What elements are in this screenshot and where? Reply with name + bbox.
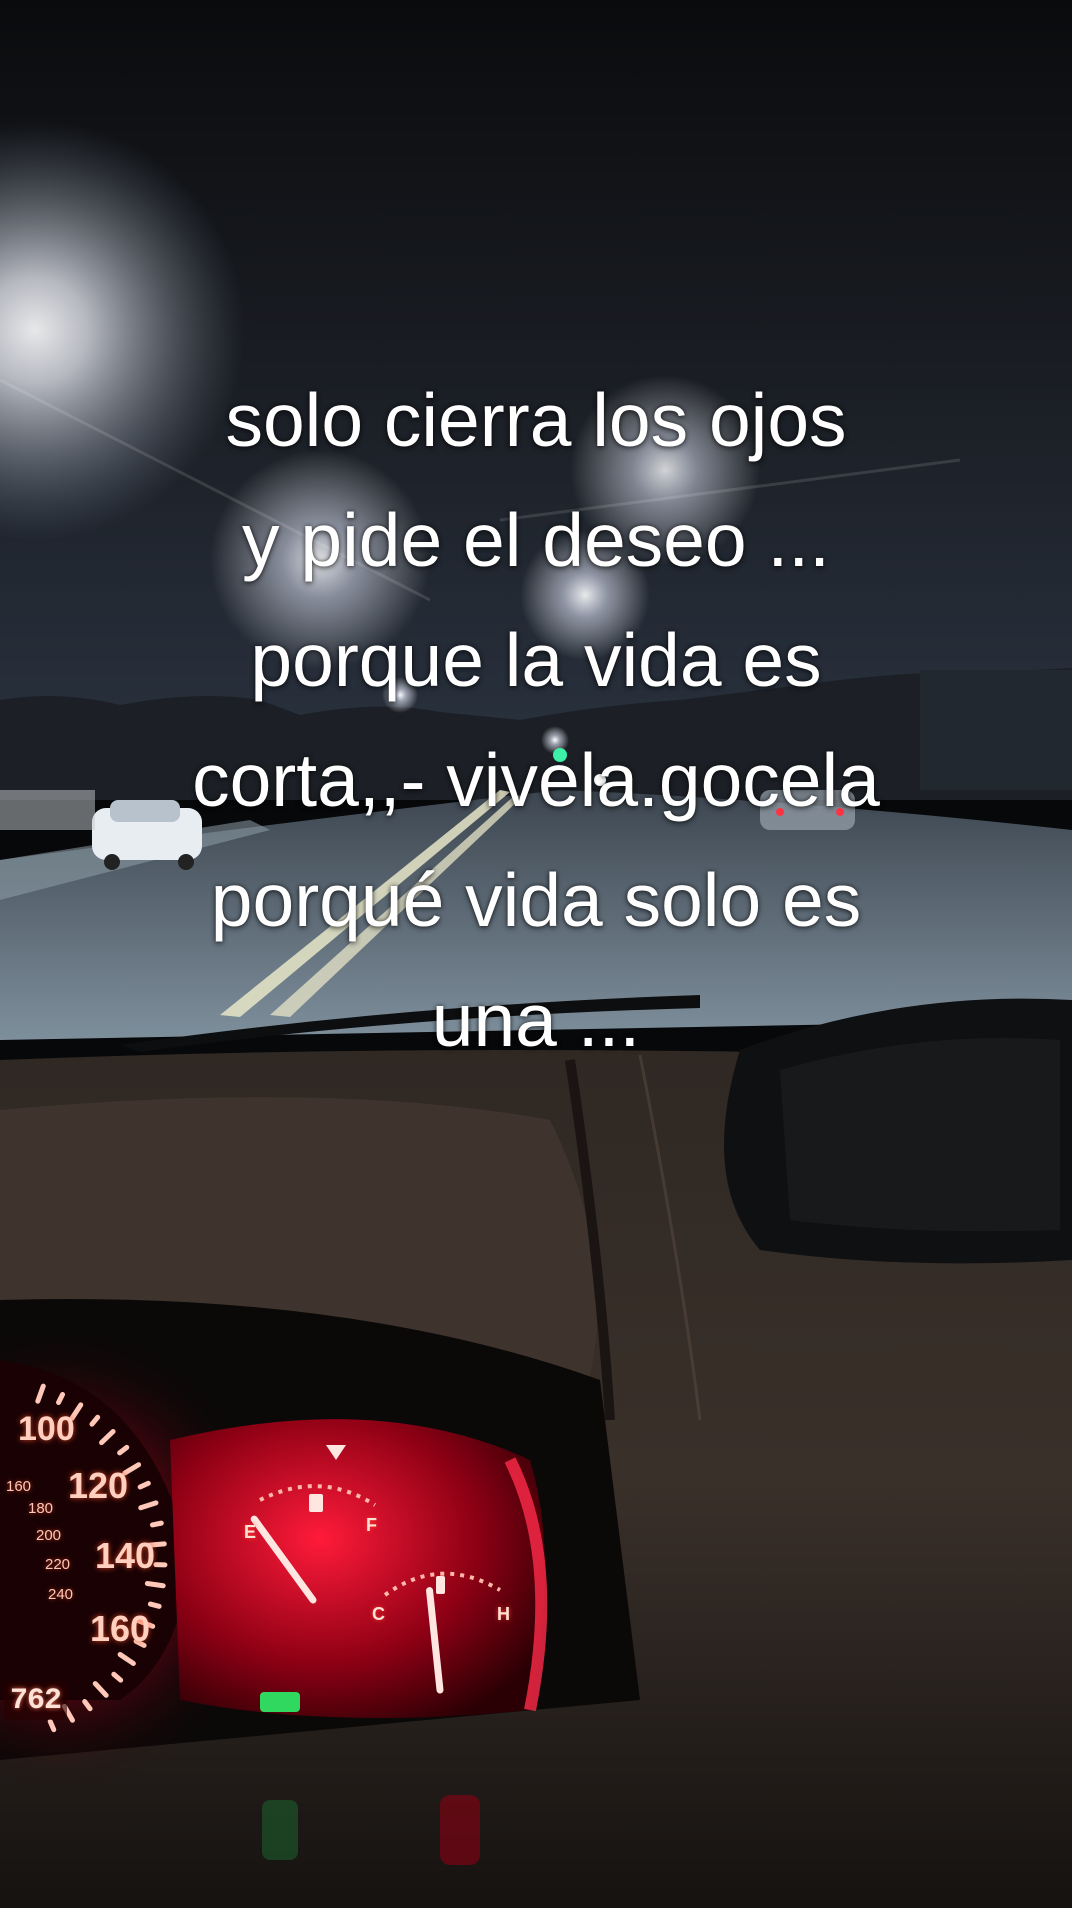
speed-label-120: 120 [68,1465,129,1506]
caption-line: corta,,- vivela.gocela [192,738,880,822]
speed-label-100: 100 [18,1410,75,1448]
speed-inner-label: 180 [28,1500,54,1517]
caption-line: porque la vida es [250,618,822,702]
odometer-display: 762 [4,1682,68,1720]
temp-icon [436,1576,445,1594]
speed-inner-label: 240 [48,1586,74,1603]
speed-label-160: 160 [90,1608,151,1649]
speed-label-140: 140 [95,1535,156,1576]
fuel-pump-icon [309,1494,323,1512]
speedometer-tick [137,1480,151,1490]
temp-cold-label: C [372,1604,385,1624]
caption-overlay: solo cierra los ojos y pide el deseo ...… [0,360,1072,1080]
temp-hot-label: H [497,1604,510,1624]
speedometer-tick [47,1718,57,1733]
speed-inner-label: 160 [6,1478,32,1495]
speedometer-tick [147,1601,162,1609]
caption-line: solo cierra los ojos [225,378,847,462]
speedometer-tick [144,1581,166,1589]
speed-inner-label: 200 [36,1527,62,1544]
fuel-empty-label: E [244,1522,257,1542]
headlight-indicator-icon [260,1692,300,1712]
caption-line: y pide el deseo ... [242,498,830,582]
fuel-full-label: F [366,1515,377,1535]
speedometer-tick [149,1520,164,1528]
caption-line: porqué vida solo es [210,858,862,942]
gauge-panel [170,1419,545,1718]
dim-red-light [440,1795,480,1865]
speed-inner-label: 220 [45,1556,71,1573]
caption-line: una ... [431,978,641,1062]
dim-green-light [262,1800,298,1860]
